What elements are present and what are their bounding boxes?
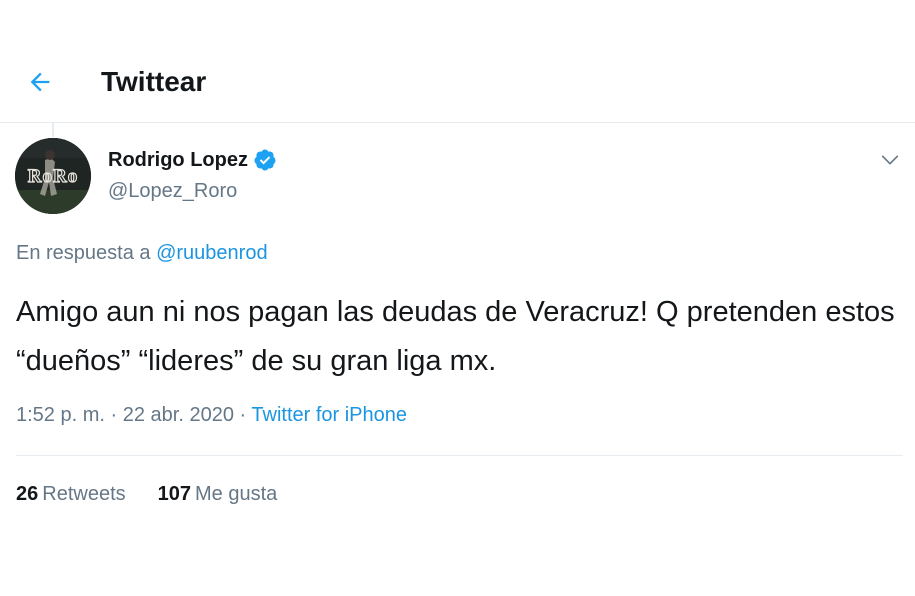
tweet-time[interactable]: 1:52 p. m. <box>16 404 105 426</box>
avatar[interactable]: RoRo <box>15 138 91 214</box>
tweet-date[interactable]: 22 abr. 2020 <box>123 404 234 426</box>
tweet-source-link[interactable]: Twitter for iPhone <box>251 404 407 426</box>
reply-context: En respuesta a @ruubenrod <box>16 242 268 265</box>
retweets-label: Retweets <box>42 483 126 505</box>
thread-connector-line <box>52 123 54 137</box>
top-header: Twittear <box>0 0 915 123</box>
meta-separator: · <box>110 404 118 426</box>
avatar-text: RoRo <box>28 166 78 187</box>
author-name-link[interactable]: Rodrigo Lopez <box>108 148 277 172</box>
verified-badge-icon <box>254 149 276 171</box>
reply-prefix: En respuesta a <box>16 242 151 264</box>
avatar-image: RoRo <box>15 138 91 214</box>
tweet-metadata: 1:52 p. m. · 22 abr. 2020 · Twitter for … <box>16 404 407 427</box>
meta-separator: · <box>239 404 247 426</box>
divider <box>16 455 903 456</box>
reply-to-handle-link[interactable]: @ruubenrod <box>156 242 267 264</box>
chevron-down-icon <box>881 155 899 165</box>
back-button[interactable] <box>22 64 58 100</box>
likes-label: Me gusta <box>195 483 278 505</box>
likes-stat-link[interactable]: 107 Me gusta <box>158 483 278 506</box>
likes-count: 107 <box>157 483 191 505</box>
arrow-left-icon <box>30 72 50 92</box>
author-name: Rodrigo Lopez <box>108 148 248 171</box>
retweets-count: 26 <box>16 483 39 505</box>
tweet-stats: 26 Retweets 107 Me gusta <box>16 483 309 506</box>
more-options-button[interactable] <box>876 146 904 174</box>
retweets-stat-link[interactable]: 26 Retweets <box>16 483 126 506</box>
tweet-text: Amigo aun ni nos pagan las deudas de Ver… <box>16 296 895 377</box>
author-handle[interactable]: @Lopez_Roro <box>108 180 237 203</box>
page-title: Twittear <box>101 66 207 97</box>
